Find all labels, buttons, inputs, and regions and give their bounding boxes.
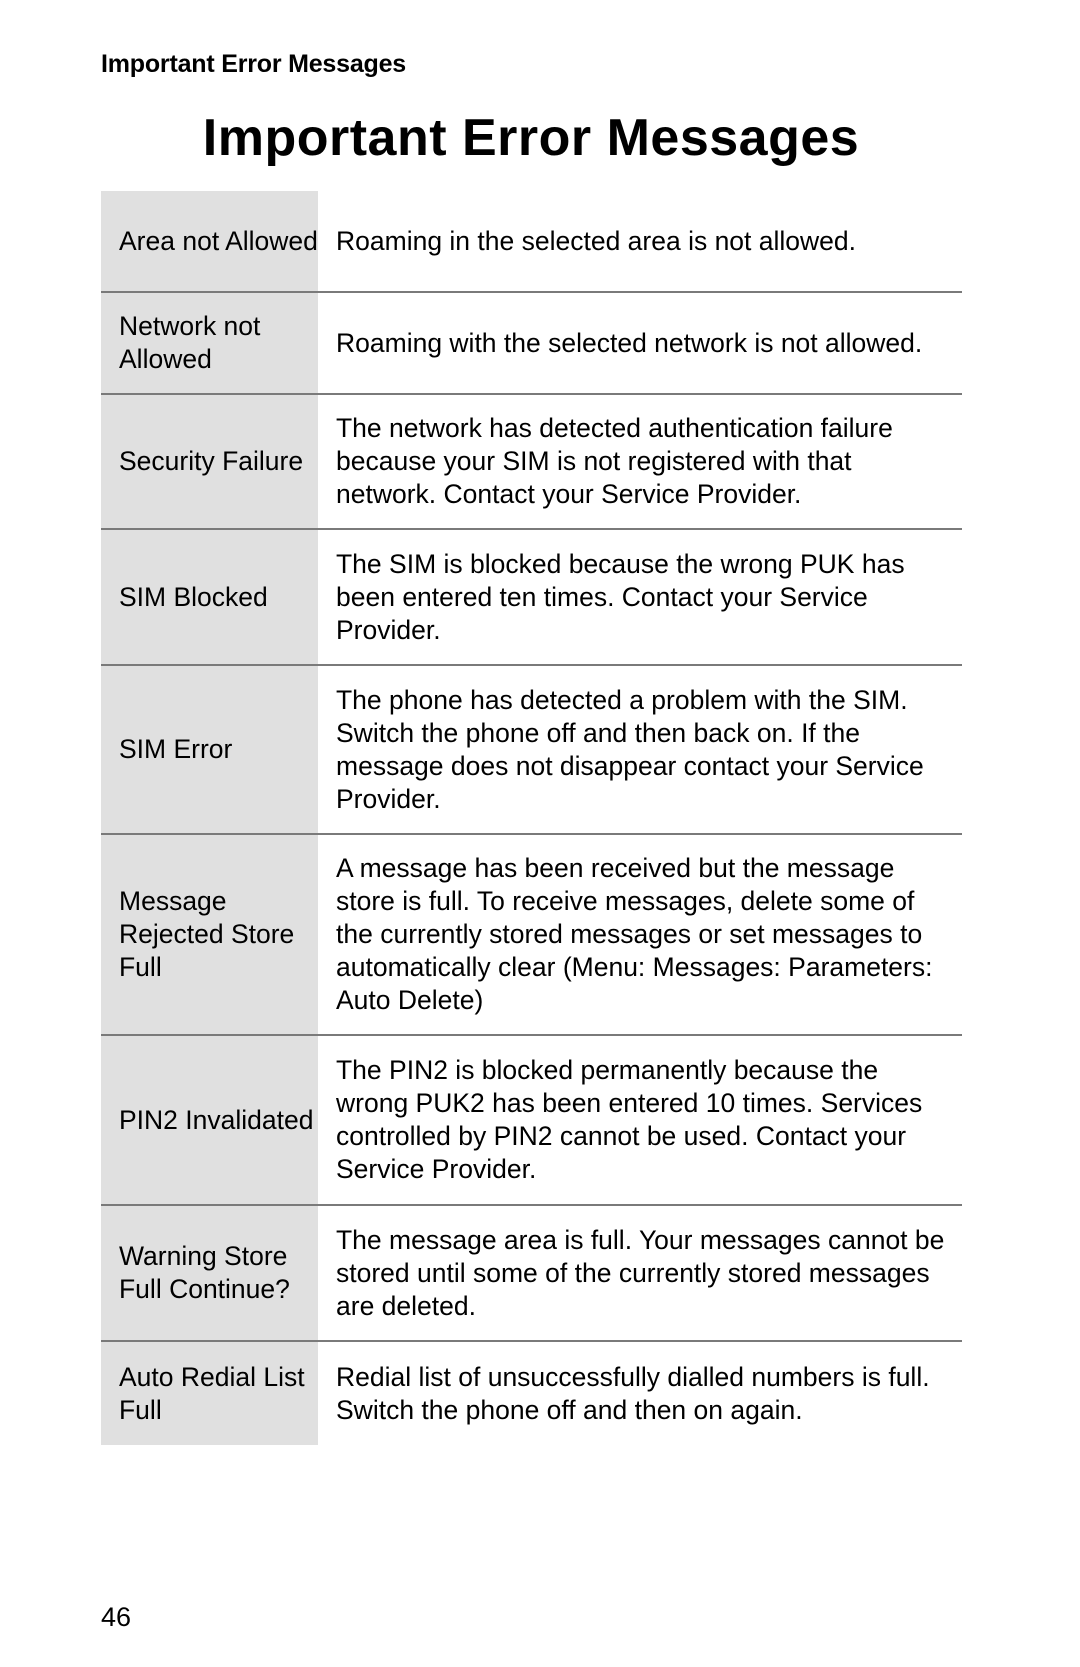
- table-row: PIN2 Invalidated The PIN2 is blocked per…: [101, 1035, 962, 1205]
- page-title: Important Error Messages: [202, 109, 860, 167]
- page-number: 46: [101, 1602, 132, 1632]
- table-row: Area not Allowed Roaming in the selected…: [101, 191, 962, 292]
- error-term: Auto Redial List Full: [101, 1341, 318, 1445]
- error-term: Area not Allowed: [101, 191, 318, 292]
- error-term: Security Failure: [101, 394, 318, 529]
- error-term: SIM Error: [101, 665, 318, 834]
- error-description: Roaming in the selected area is not allo…: [336, 225, 856, 256]
- error-description: Roaming with the selected network is not…: [336, 327, 923, 358]
- error-description: The message area is full. Your messages …: [336, 1224, 945, 1321]
- table-row: Security Failure The network has detecte…: [101, 394, 962, 529]
- error-term: Warning Store Full Continue?: [101, 1205, 318, 1341]
- error-description: A message has been received but the mess…: [336, 853, 933, 1015]
- error-description: Redial list of unsuccessfully dialled nu…: [336, 1361, 930, 1425]
- error-messages-table: Area not Allowed Roaming in the selected…: [101, 191, 962, 1445]
- table-row: SIM Blocked The SIM is blocked because t…: [101, 529, 962, 665]
- error-term: Network not Allowed: [101, 292, 318, 394]
- table-row: Warning Store Full Continue? The message…: [101, 1205, 962, 1341]
- error-description: The PIN2 is blocked permanently because …: [336, 1055, 923, 1184]
- table-row: Auto Redial List Full Redial list of uns…: [101, 1341, 962, 1445]
- error-description: The phone has detected a problem with th…: [336, 684, 924, 814]
- error-term: PIN2 Invalidated: [101, 1035, 318, 1205]
- error-description: The network has detected authentication …: [336, 413, 893, 509]
- error-term: SIM Blocked: [101, 529, 318, 665]
- table-row: Network not Allowed Roaming with the sel…: [101, 292, 962, 394]
- error-description: The SIM is blocked because the wrong PUK…: [336, 548, 905, 645]
- table-row: SIM Error The phone has detected a probl…: [101, 665, 962, 834]
- table-row: Message Rejected Store Full A message ha…: [101, 834, 962, 1035]
- running-header: Important Error Messages: [101, 50, 407, 78]
- error-term: Message Rejected Store Full: [101, 834, 318, 1035]
